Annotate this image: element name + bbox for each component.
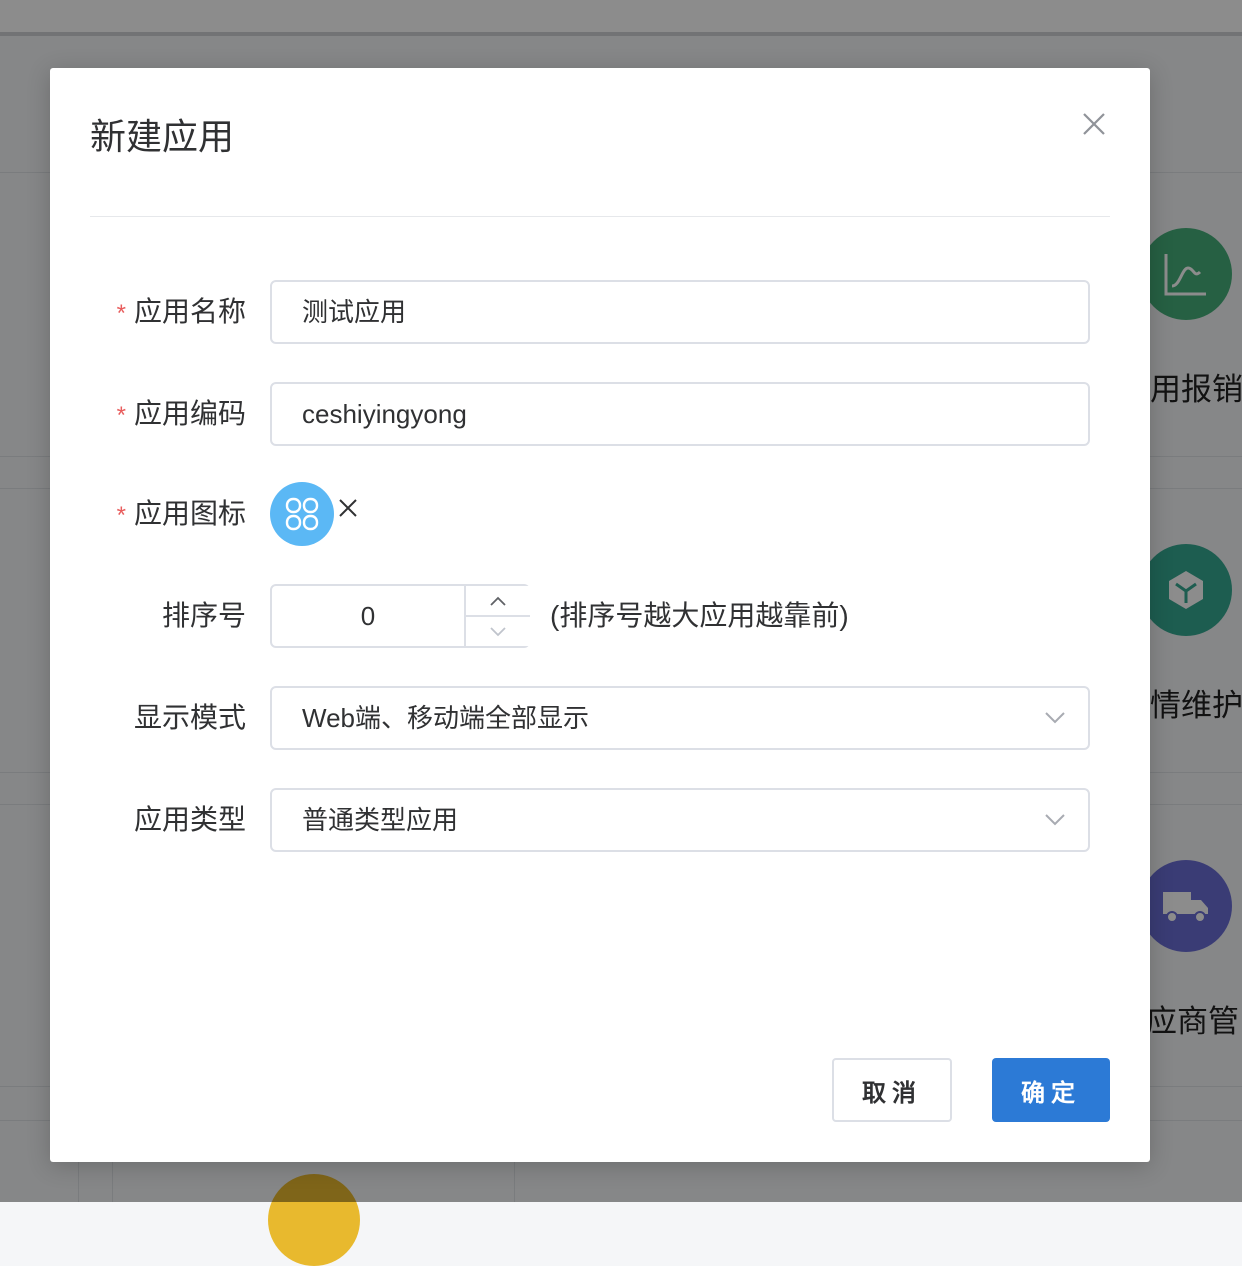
app-type-select[interactable]: 普通类型应用 [270, 788, 1090, 852]
field-label: 应用类型 [133, 804, 246, 835]
chevron-down-icon [1045, 814, 1065, 826]
cancel-button[interactable]: 取消 [832, 1058, 952, 1122]
chevron-down-icon [490, 626, 506, 636]
field-label: * 应用图标 [116, 498, 246, 529]
close-icon[interactable] [1080, 110, 1108, 138]
required-mark: * [116, 502, 126, 529]
sort-number-stepper[interactable]: 0 [270, 584, 530, 648]
display-mode-select[interactable]: Web端、移动端全部显示 [270, 686, 1090, 750]
remove-icon[interactable] [336, 496, 360, 520]
select-value: Web端、移动端全部显示 [302, 703, 589, 733]
chevron-up-icon [490, 596, 506, 606]
form-row-app-type: 应用类型 普通类型应用 [50, 788, 1150, 852]
app-code-input[interactable]: ceshiyingyong [270, 382, 1090, 446]
select-value: 普通类型应用 [302, 805, 459, 835]
increment-button[interactable] [466, 586, 530, 617]
form-row-icon: * 应用图标 [50, 482, 1150, 546]
sort-hint: (排序号越大应用越靠前) [550, 600, 849, 631]
form-row-code: * 应用编码 ceshiyingyong [50, 382, 1150, 446]
field-label: * 应用名称 [116, 296, 246, 327]
form-row-name: * 应用名称 测试应用 [50, 280, 1150, 344]
app-name-input[interactable]: 测试应用 [270, 280, 1090, 344]
field-label: * 应用编码 [116, 398, 246, 429]
confirm-button[interactable]: 确定 [992, 1058, 1110, 1122]
decrement-button[interactable] [466, 617, 530, 646]
required-mark: * [116, 402, 126, 429]
form-row-sort: 排序号 0 (排序号越大应用越靠前) [50, 584, 1150, 648]
form-row-display-mode: 显示模式 Web端、移动端全部显示 [50, 686, 1150, 750]
chevron-down-icon [1045, 712, 1065, 724]
field-label: 排序号 [161, 600, 246, 631]
required-mark: * [116, 300, 126, 327]
sort-number-input[interactable]: 0 [272, 586, 464, 646]
app-clover-icon[interactable] [270, 482, 334, 546]
stepper-buttons [464, 586, 530, 646]
dialog-divider [90, 216, 1110, 217]
dialog-title: 新建应用 [90, 116, 235, 157]
field-label: 显示模式 [133, 702, 246, 733]
new-app-dialog: 新建应用 * 应用名称 测试应用 * 应用编码 ceshiyingyong * 应用图… [50, 68, 1150, 1162]
